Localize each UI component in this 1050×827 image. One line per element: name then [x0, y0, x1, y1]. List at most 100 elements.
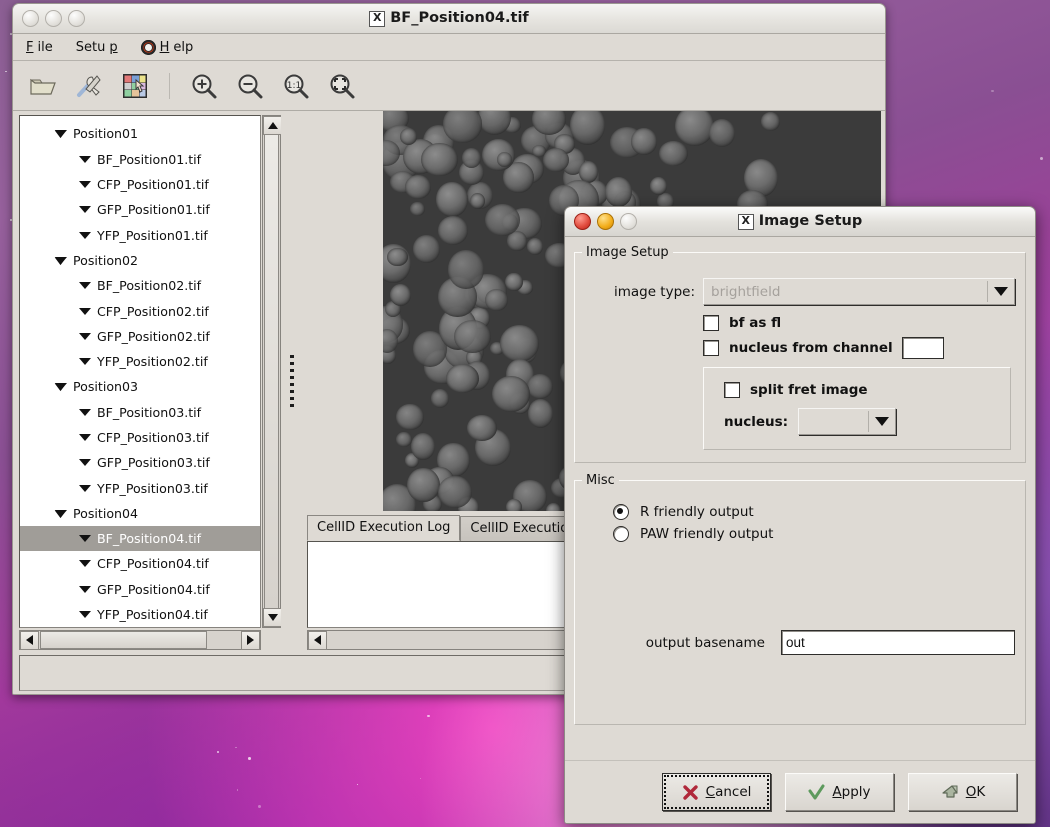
cell-blob: [462, 147, 482, 168]
tree-item-file[interactable]: CFP_Position03.tif: [20, 425, 260, 450]
wallpaper-speck: [1040, 156, 1044, 160]
menu-setup[interactable]: Setu p: [73, 38, 121, 57]
cell-blob: [630, 128, 657, 155]
main-window-titlebar[interactable]: X BF_Position04.tif: [13, 4, 885, 34]
tools-icon[interactable]: [73, 70, 105, 102]
expander-triangle-icon[interactable]: [54, 127, 67, 140]
paw-friendly-output-radio[interactable]: [613, 526, 629, 542]
tree-item-file[interactable]: GFP_Position02.tif: [20, 324, 260, 349]
expander-triangle-icon[interactable]: [54, 507, 67, 520]
menubar[interactable]: File Setu p Help: [13, 34, 885, 61]
tree-item-label: YFP_Position02.tif: [97, 354, 208, 370]
split-fret-image-checkbox[interactable]: [724, 382, 740, 398]
tree-item-file[interactable]: YFP_Position01.tif: [20, 222, 260, 247]
image-type-row: image type: brightfield: [585, 278, 1015, 305]
r-friendly-row[interactable]: R friendly output: [585, 504, 1015, 520]
expander-triangle-icon[interactable]: [54, 380, 67, 393]
wallpaper-speck: [236, 789, 239, 791]
output-basename-input[interactable]: [781, 630, 1015, 655]
menu-help[interactable]: Help: [138, 38, 197, 57]
scroll-down-button[interactable]: [263, 608, 282, 627]
r-friendly-output-radio[interactable]: [613, 504, 629, 520]
nucleus-row: nucleus:: [714, 408, 1000, 435]
cancel-button[interactable]: Cancel: [662, 773, 771, 811]
nucleus-dropdown[interactable]: [798, 408, 897, 435]
tree-item-file[interactable]: YFP_Position02.tif: [20, 349, 260, 374]
zoom-out-icon[interactable]: [234, 70, 266, 102]
zoom-fit-icon[interactable]: [326, 70, 358, 102]
tree-item-folder[interactable]: Position01: [20, 121, 260, 146]
cell-blob: [485, 289, 508, 311]
ok-button[interactable]: OK: [908, 773, 1017, 811]
tree-item-file[interactable]: BF_Position03.tif: [20, 400, 260, 425]
tree-item-file[interactable]: BF_Position04.tif: [20, 526, 260, 552]
toolbar[interactable]: 1:1: [13, 61, 885, 111]
tree-indent-spacer: [78, 456, 91, 469]
tree-vertical-scrollbar[interactable]: [262, 115, 282, 628]
tree-indent-spacer: [78, 532, 91, 545]
nucleus-channel-input[interactable]: [901, 337, 944, 359]
tab-cellid-execution-log[interactable]: CellID Execution Log: [307, 515, 461, 541]
output-basename-label: output basename: [645, 634, 765, 651]
zoom-in-icon[interactable]: [188, 70, 220, 102]
chevron-right-icon: [247, 635, 254, 645]
tree-item-label: BF_Position04.tif: [97, 531, 202, 547]
tree-item-folder[interactable]: Position03: [20, 374, 260, 399]
nucleus-from-channel-checkbox[interactable]: [703, 340, 719, 356]
image-type-value: brightfield: [711, 283, 781, 300]
cell-blob: [527, 374, 554, 399]
tree-item-file[interactable]: GFP_Position04.tif: [20, 577, 260, 602]
expander-triangle-icon[interactable]: [54, 254, 67, 267]
tree-item-label: GFP_Position02.tif: [97, 328, 210, 344]
tree-item-file[interactable]: GFP_Position03.tif: [20, 450, 260, 475]
tree-item-file[interactable]: CFP_Position02.tif: [20, 298, 260, 323]
image-type-dropdown[interactable]: brightfield: [703, 278, 1015, 305]
tree-item-label: CFP_Position03.tif: [97, 430, 209, 445]
panel-splitter[interactable]: [281, 111, 303, 650]
tree-item-file[interactable]: YFP_Position04.tif: [20, 602, 260, 627]
cell-blob: [569, 111, 606, 146]
tree-item-file[interactable]: CFP_Position01.tif: [20, 172, 260, 197]
scroll-right-button[interactable]: [241, 630, 260, 650]
cell-blob: [430, 388, 449, 408]
cell-blob: [484, 204, 520, 237]
scroll-up-button[interactable]: [263, 116, 282, 135]
tree-item-file[interactable]: YFP_Position03.tif: [20, 475, 260, 500]
zoom-actual-icon[interactable]: 1:1: [280, 70, 312, 102]
tree-item-folder[interactable]: Position02: [20, 248, 260, 273]
tree-item-file[interactable]: CFP_Position04.tif: [20, 551, 260, 576]
dialog-title: X Image Setup: [565, 207, 1035, 236]
tree-item-file[interactable]: BF_Position01.tif: [20, 147, 260, 172]
bf-as-fl-checkbox[interactable]: [703, 315, 719, 331]
scroll-left-button[interactable]: [20, 630, 39, 650]
bf-as-fl-row[interactable]: bf as fl: [585, 315, 1015, 331]
tree-item-folder[interactable]: Position04: [20, 501, 260, 526]
dialog-titlebar[interactable]: X Image Setup: [565, 207, 1035, 237]
log-scroll-left-button[interactable]: [308, 630, 327, 650]
dialog-button-row: Cancel Apply OK: [565, 760, 1035, 823]
image-setup-dialog: X Image Setup Image Setup image type: br…: [564, 206, 1036, 824]
r-friendly-output-label: R friendly output: [640, 504, 754, 520]
grid-select-icon[interactable]: [119, 70, 151, 102]
x-app-icon: X: [369, 10, 386, 27]
cell-blob: [760, 112, 780, 131]
split-fret-image-label: split fret image: [750, 382, 868, 398]
chevron-left-icon: [314, 635, 321, 645]
tree-hscroll-thumb[interactable]: [40, 631, 207, 649]
tree-item-label: Position03: [73, 379, 139, 395]
nucleus-from-channel-row[interactable]: nucleus from channel: [585, 337, 1015, 359]
tree-item-file[interactable]: GFP_Position01.tif: [20, 197, 260, 222]
fret-subgroup: split fret image nucleus:: [703, 367, 1011, 450]
tree-scroll-thumb[interactable]: [264, 134, 279, 609]
tree-indent-spacer: [78, 355, 91, 368]
file-tree[interactable]: root Position01 BF_Position01.tif CFP_Posit…: [19, 115, 261, 628]
paw-friendly-row[interactable]: PAW friendly output: [585, 526, 1015, 542]
split-fret-row[interactable]: split fret image: [714, 382, 1000, 398]
open-folder-icon[interactable]: [27, 70, 59, 102]
tree-horizontal-scrollbar[interactable]: [19, 630, 261, 650]
cell-blob: [412, 234, 441, 263]
tree-item-file[interactable]: BF_Position02.tif: [20, 273, 260, 298]
apply-button[interactable]: Apply: [785, 773, 894, 811]
cancel-x-icon: [682, 784, 698, 800]
menu-file[interactable]: File: [23, 38, 56, 57]
